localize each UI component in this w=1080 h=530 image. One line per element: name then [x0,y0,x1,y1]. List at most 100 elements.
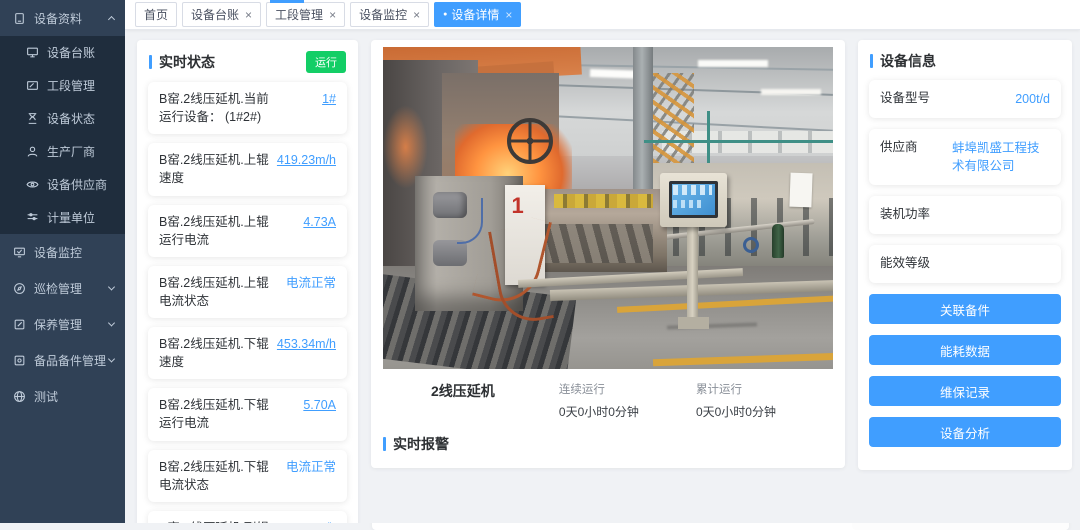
device-overview-panel: 1 2线压延机 连续运行 0天0小时0分钟 累计运行 0天0小时0 [371,40,845,468]
sidebar-item-label: 设备台账 [47,44,95,61]
sidebar-item-label: 测试 [34,388,58,405]
status-label: B窑.2线压延机.下辊运行电流 [159,396,277,432]
status-label: B窑.2线压延机.上辊运行电流 [159,213,277,249]
close-icon[interactable]: × [245,9,252,21]
energy-data-button[interactable]: 能耗数据 [869,335,1061,365]
edit-card-icon [26,79,39,92]
person-icon [26,145,39,158]
close-icon[interactable]: × [505,9,512,21]
alarm-title: 实时报警 [393,434,449,454]
sidebar-item-device-archive[interactable]: 设备资料 [0,0,125,36]
status-value-link[interactable]: 419.23m/h [277,151,336,169]
photo-ladder [653,73,694,163]
sidebar-item-manufacturer[interactable]: 生产厂商 [0,135,125,168]
running-status-badge: 运行 [306,51,346,73]
photo-control-pole [687,227,699,324]
photo-skylight [761,89,821,95]
close-icon[interactable]: × [413,9,420,21]
status-card-current-device: B窑.2线压延机.当前运行设备： (1#2#) 1# [148,82,347,134]
sidebar-item-device-ledger[interactable]: 设备台账 [0,36,125,69]
sidebar-item-label: 工段管理 [47,77,95,94]
tab-bar: 首页 设备台账 × 工段管理 × 设备监控 × ● 设备详情 × [125,0,1080,30]
photo-handwheel [507,118,553,164]
close-icon[interactable]: × [329,9,336,21]
sidebar-item-label: 巡检管理 [34,280,82,297]
sidebar-item-measure-unit[interactable]: 计量单位 [0,201,125,234]
photo-gas-cylinder [772,224,784,258]
field-label: 能效等级 [880,255,946,273]
maintenance-record-button[interactable]: 维保记录 [869,376,1061,406]
photo-valve-wheel [743,237,759,253]
continuous-runtime: 连续运行 0天0小时0分钟 [559,381,696,420]
status-value-link[interactable]: 566.93m/h [277,519,336,523]
stat-label: 连续运行 [559,381,696,397]
photo-paper-sheet [790,172,813,207]
status-card-lower-roll-speed: B窑.2线压延机.下辊速度 453.34m/h [148,327,347,379]
sidebar-item-inspection[interactable]: 巡检管理 [0,270,125,306]
sidebar-item-spare-parts[interactable]: 备品备件管理 [0,342,125,378]
equipment-photo: 1 [383,47,833,369]
status-card-lower-roll-current-state: B窑.2线压延机.下辊电流状态 电流正常 [148,450,347,502]
sidebar-submenu: 设备台账 工段管理 设备状态 生产厂商 设备供应商 计量单位 [0,36,125,234]
top-active-indicator [270,0,304,3]
sidebar-item-test[interactable]: 测试 [0,378,125,414]
tab-device-monitor[interactable]: 设备监控 × [350,2,429,27]
tab-label: 首页 [144,6,168,23]
tab-device-ledger[interactable]: 设备台账 × [182,2,261,27]
status-value-link[interactable]: 4.73A [277,213,336,231]
photo-hmi-screen-content [673,185,711,195]
accent-bar [383,437,386,451]
tab-home[interactable]: 首页 [135,2,177,27]
tab-label: 工段管理 [275,6,323,23]
edit-square-icon [13,318,26,331]
field-label: 装机功率 [880,206,946,224]
field-label: 设备型号 [880,90,946,108]
status-panel-title: 实时状态 [159,52,306,72]
tab-section-mgmt[interactable]: 工段管理 × [266,2,345,27]
sidebar-item-device-status[interactable]: 设备状态 [0,102,125,135]
sidebar-item-device-monitor[interactable]: 设备监控 [0,234,125,270]
status-label: B窑.2线压延机.上辊速度 [159,151,277,187]
total-runtime: 累计运行 0天0小时0分钟 [696,381,833,420]
photo-hmi-screen-content [673,200,705,208]
stat-value: 0天0小时0分钟 [559,403,696,420]
monitor-check-icon [13,246,26,259]
compass-icon [13,282,26,295]
globe-icon [13,390,26,403]
related-parts-button[interactable]: 关联备件 [869,294,1061,324]
device-name: 2线压延机 [431,381,559,401]
photo-motor [433,240,467,266]
status-value-link[interactable]: 5.70A [277,396,336,414]
sidebar-item-label: 备品备件管理 [34,352,106,369]
sidebar-item-label: 设备供应商 [47,176,107,193]
tab-label: 设备详情 [451,6,499,23]
device-info-panel: 设备信息 设备型号 200t/d 供应商 蚌埠凯盛工程技术有限公司 装机功率 能… [858,40,1072,470]
status-card-lower-roll-current: B窑.2线压延机.下辊运行电流 5.70A [148,388,347,440]
accent-bar [149,55,152,69]
sidebar-item-supplier[interactable]: 设备供应商 [0,168,125,201]
chevron-down-icon [108,319,115,326]
status-value-link[interactable]: 1# [277,90,336,108]
status-panel-header: 实时状态 运行 [137,40,358,82]
sidebar-item-label: 设备状态 [47,110,95,127]
realtime-alarm-header: 实时报警 [383,430,833,460]
content-area: 实时状态 运行 B窑.2线压延机.当前运行设备： (1#2#) 1# B窑.2线… [125,30,1080,523]
sliders-icon [26,211,39,224]
status-value: 电流正常 [277,458,336,476]
sidebar-item-maintenance[interactable]: 保养管理 [0,306,125,342]
field-label: 供应商 [880,139,946,157]
sidebar-item-section-mgmt[interactable]: 工段管理 [0,69,125,102]
sidebar: 设备资料 设备台账 工段管理 设备状态 生产厂商 设备供应商 计量单位 [0,0,125,523]
hourglass-icon [26,112,39,125]
photo-rollers [536,224,653,263]
status-card-upper-roll-current: B窑.2线压延机.上辊运行电流 4.73A [148,205,347,257]
active-dot-icon: ● [443,11,447,18]
device-analysis-button[interactable]: 设备分析 [869,417,1061,447]
status-value-link[interactable]: 453.34m/h [277,335,336,353]
info-panel-header: 设备信息 [858,40,1072,80]
device-caption-row: 2线压延机 连续运行 0天0小时0分钟 累计运行 0天0小时0分钟 [383,369,833,430]
tab-device-detail[interactable]: ● 设备详情 × [434,2,521,27]
status-label: B窑.2线压延机.当前运行设备： (1#2#) [159,90,277,126]
photo-teal-pipe [644,140,833,143]
photo-control-foot [678,317,710,328]
